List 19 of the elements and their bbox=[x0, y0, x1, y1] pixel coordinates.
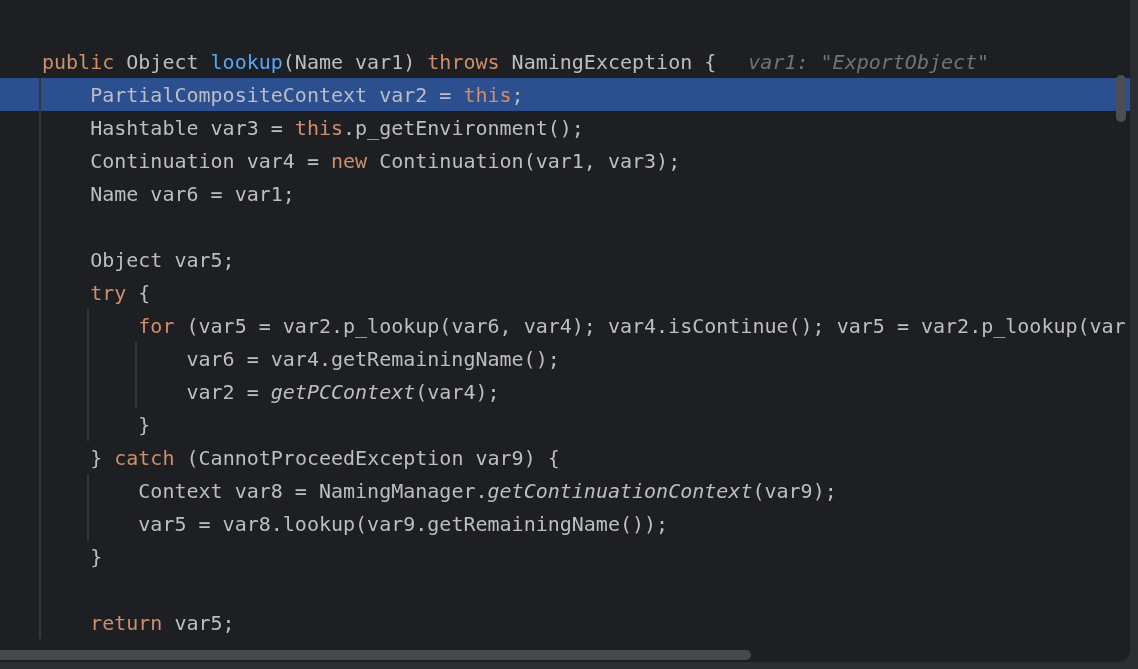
code-line: Hashtable var3 = this.p_getEnvironment(); bbox=[90, 115, 584, 140]
horizontal-scrollbar[interactable] bbox=[0, 650, 751, 660]
code-line: Context var8 = NamingManager.getContinuationContext(var9); bbox=[138, 478, 837, 503]
code-line: for (var5 = var2.p_lookup(var6, var4); var4.isContinue(); var5 = var2.p_lookup(var bbox=[138, 313, 1126, 338]
code-line: try { bbox=[90, 280, 151, 305]
code-line: return var5; bbox=[90, 610, 235, 635]
code-line: var6 = var4.getRemainingName(); bbox=[186, 346, 560, 371]
code-line: Name var6 = var1; bbox=[90, 181, 295, 206]
code-line: } catch (CannotProceedException var9) { bbox=[90, 445, 560, 470]
code-line: public Object lookup(Name var1) throws NamingException { bbox=[42, 49, 717, 74]
code-line: } bbox=[90, 544, 103, 569]
code-line: var2 = getPCContext(var4); bbox=[186, 379, 500, 404]
inline-value-hint: var1: "ExportObject" bbox=[748, 49, 990, 74]
vertical-scrollbar[interactable] bbox=[1116, 75, 1126, 122]
code-line: Object var5; bbox=[90, 247, 235, 272]
code-line: var5 = var8.lookup(var9.getRemainingName()); bbox=[138, 511, 669, 536]
code-line: Continuation var4 = new Continuation(var1, var3); bbox=[90, 148, 681, 173]
code-line: PartialCompositeContext var2 = this; bbox=[90, 82, 524, 107]
code-line: } bbox=[138, 412, 151, 437]
